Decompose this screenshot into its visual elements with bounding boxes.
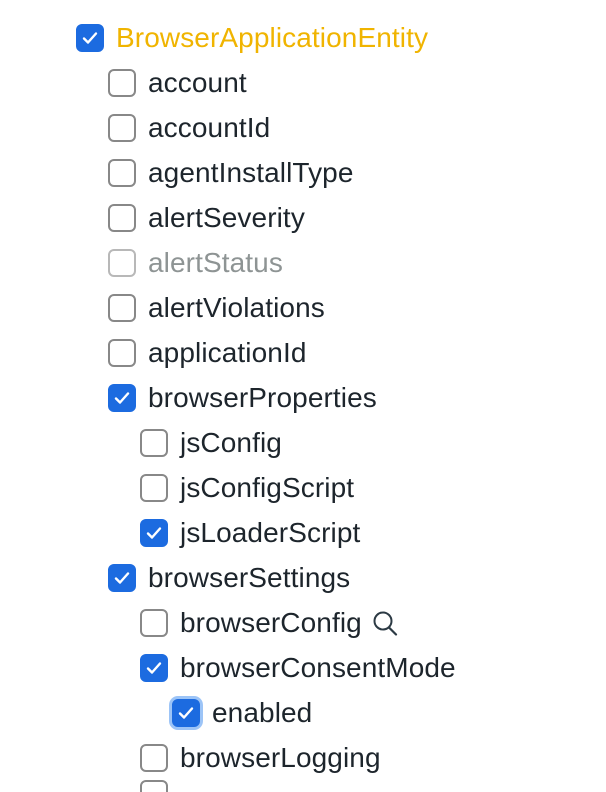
checkmark-icon — [178, 707, 194, 719]
checkbox[interactable] — [140, 780, 168, 792]
tree-row-applicationid[interactable]: applicationId — [108, 333, 307, 373]
checkbox[interactable] — [140, 429, 168, 457]
tree-item-label: browserProperties — [148, 382, 377, 413]
tree-row-enabled[interactable]: enabled — [172, 693, 312, 733]
checkbox-checked[interactable] — [108, 384, 136, 412]
tree-row-alertviolations[interactable]: alertViolations — [108, 288, 325, 328]
tree-item-label: browserLogging — [180, 742, 381, 773]
checkbox-checked[interactable] — [108, 564, 136, 592]
tree-row-jsconfig[interactable]: jsConfig — [140, 423, 282, 463]
tree-item-label: alertSeverity — [148, 202, 305, 233]
checkmark-icon — [114, 392, 130, 404]
checkmark-icon — [146, 527, 162, 539]
checkmark-icon — [146, 662, 162, 674]
tree-row-root[interactable]: BrowserApplicationEntity — [76, 18, 428, 58]
checkmark-icon — [114, 572, 130, 584]
checkbox[interactable] — [108, 204, 136, 232]
tree-item-label: alertStatus — [148, 247, 283, 278]
tree-item-label: enabled — [212, 697, 313, 728]
tree-row-jsconfigscript[interactable]: jsConfigScript — [140, 468, 354, 508]
tree-item-label: BrowserApplicationEntity — [116, 22, 429, 53]
tree-row-browserproperties[interactable]: browserProperties — [108, 378, 377, 418]
tree-item-label: accountId — [148, 112, 271, 143]
checkbox[interactable] — [140, 474, 168, 502]
checkbox[interactable] — [108, 249, 136, 277]
checkbox-checked[interactable] — [140, 654, 168, 682]
tree-row-agentinstalltype[interactable]: agentInstallType — [108, 153, 354, 193]
tree-item-label: jsConfig — [180, 427, 282, 458]
checkbox[interactable] — [108, 69, 136, 97]
tree-item-label: applicationId — [148, 337, 307, 368]
checkmark-icon — [82, 32, 98, 44]
tree-row-alertseverity[interactable]: alertSeverity — [108, 198, 305, 238]
checkbox[interactable] — [108, 294, 136, 322]
checkbox-checked[interactable] — [76, 24, 104, 52]
tree-row-jsloaderscript[interactable]: jsLoaderScript — [140, 513, 360, 553]
explorer-tree: BrowserApplicationEntity account account… — [0, 0, 606, 792]
tree-item-label: agentInstallType — [148, 157, 354, 188]
tree-item-label: browserConfig — [180, 607, 362, 638]
checkbox-checked[interactable] — [172, 699, 200, 727]
tree-row-alertstatus[interactable]: alertStatus — [108, 243, 283, 283]
search-icon[interactable] — [370, 607, 402, 639]
tree-item-label: alertViolations — [148, 292, 325, 323]
tree-item-label: jsLoaderScript — [180, 517, 361, 548]
tree-row-cutoff-bottom — [140, 780, 168, 792]
tree-row-browserconfig[interactable]: browserConfig — [140, 603, 402, 643]
checkbox-checked[interactable] — [140, 519, 168, 547]
checkbox[interactable] — [108, 339, 136, 367]
tree-row-browserlogging[interactable]: browserLogging — [140, 738, 381, 778]
tree-row-accountid[interactable]: accountId — [108, 108, 270, 148]
tree-row-account[interactable]: account — [108, 63, 247, 103]
tree-item-label: jsConfigScript — [180, 472, 355, 503]
tree-item-label: browserConsentMode — [180, 652, 456, 683]
tree-row-browsersettings[interactable]: browserSettings — [108, 558, 350, 598]
checkbox[interactable] — [108, 159, 136, 187]
tree-item-label: browserSettings — [148, 562, 351, 593]
checkbox[interactable] — [140, 609, 168, 637]
tree-row-browserconsentmode[interactable]: browserConsentMode — [140, 648, 456, 688]
checkbox[interactable] — [108, 114, 136, 142]
tree-item-label: account — [148, 67, 247, 98]
checkbox[interactable] — [140, 744, 168, 772]
